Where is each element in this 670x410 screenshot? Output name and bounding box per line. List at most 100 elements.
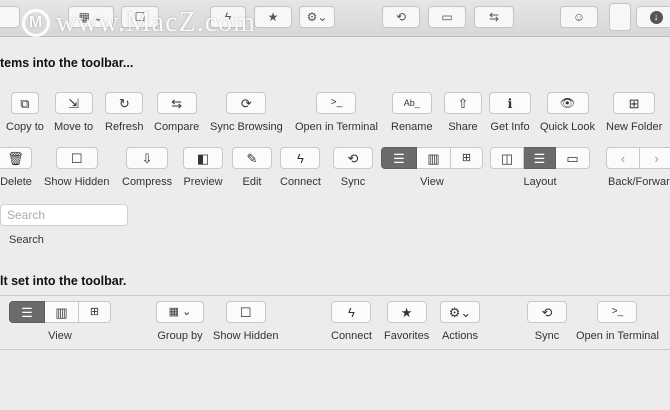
item-label: Favorites <box>384 330 430 342</box>
item-preview[interactable]: ◧ Preview <box>183 147 223 188</box>
eye-icon: 👁 <box>546 92 589 114</box>
star-icon: ★ <box>267 10 279 24</box>
item-compress[interactable]: ⇩ Compress <box>122 147 172 188</box>
item-label: Show Hidden <box>44 176 110 188</box>
item-label: Move to <box>54 121 94 133</box>
item-label: Refresh <box>105 121 144 133</box>
default-item-open-in-terminal[interactable]: >_ Open in Terminal <box>576 301 659 342</box>
item-connect[interactable]: ϟ Connect <box>280 147 321 188</box>
item-delete[interactable]: 🗑 Delete <box>0 147 32 188</box>
view-segmented-control: ☰ ▥ ⊞ <box>381 147 483 169</box>
item-label: Preview <box>183 176 223 188</box>
default-item-connect[interactable]: ϟ Connect <box>331 301 372 342</box>
document-icon: ☐ <box>225 301 266 323</box>
preview-icon: ◧ <box>183 147 223 169</box>
default-item-favorites[interactable]: ★ Favorites <box>384 301 429 342</box>
item-label: Get Info <box>490 121 530 133</box>
rename-icon: Ab_ <box>391 92 432 114</box>
item-view[interactable]: ☰ ▥ ⊞ View <box>381 147 483 188</box>
favorites-button[interactable]: ★ <box>254 6 292 28</box>
item-label: Connect <box>280 176 321 188</box>
item-label: Group by <box>157 330 203 342</box>
icon-view-icon[interactable]: ⊞ <box>79 301 111 323</box>
back-forward-control: ‹ › <box>606 147 670 169</box>
item-label: Rename <box>391 121 433 133</box>
item-new-folder[interactable]: ⊞ New Folder <box>606 92 662 133</box>
sync-button[interactable]: ⟲ <box>382 6 420 28</box>
terminal-button[interactable]: ▭ <box>428 6 466 28</box>
heading-drag-items: tems into the toolbar... <box>0 56 134 70</box>
default-item-sync[interactable]: ⟲ Sync <box>527 301 567 342</box>
emoji-button[interactable]: ☺ <box>560 6 598 28</box>
item-label: Sync <box>340 176 366 188</box>
item-share[interactable]: ⇧ Share <box>444 92 482 133</box>
default-view-control: ☰ ▥ ⊞ <box>9 301 111 323</box>
chevron-right-icon[interactable]: › <box>640 147 670 169</box>
default-item-group-by[interactable]: ▦ ⌄ Group by <box>156 301 204 342</box>
item-sync-browsing[interactable]: ⟳ Sync Browsing <box>210 92 283 133</box>
sync-icon: ⟲ <box>527 301 567 323</box>
lightning-icon: ϟ <box>280 147 321 169</box>
copy-to-icon: ⧉ <box>10 92 39 114</box>
chevron-left-icon[interactable]: ‹ <box>606 147 640 169</box>
watermark: M www.MacZ.com <box>22 7 256 39</box>
column-view-icon[interactable]: ▥ <box>417 147 451 169</box>
item-sync[interactable]: ⟲ Sync <box>333 147 373 188</box>
compare-icon: ⇆ <box>488 10 500 24</box>
item-back-forward[interactable]: ‹ › Back/Forward <box>606 147 670 188</box>
toolbar-button-partial[interactable] <box>0 6 20 28</box>
item-copy-to[interactable]: ⧉ Copy to <box>6 92 44 133</box>
column-view-icon[interactable]: ▥ <box>45 301 79 323</box>
dual-pane-icon[interactable]: ◫ <box>490 147 524 169</box>
download-button[interactable]: ↓ <box>636 6 670 28</box>
info-icon: ℹ <box>489 92 531 114</box>
compress-icon: ⇩ <box>126 147 169 169</box>
search-input[interactable] <box>0 204 128 226</box>
lightning-icon: ϟ <box>331 301 372 323</box>
compare-button[interactable]: ⇆ <box>474 6 514 28</box>
item-label: Quick Look <box>540 121 596 133</box>
layout-segmented-control: ◫ ☰ ▭ <box>490 147 590 169</box>
item-open-in-terminal[interactable]: >_ Open in Terminal <box>295 92 378 133</box>
item-label: Actions <box>441 330 479 342</box>
list-view-icon[interactable]: ☰ <box>9 301 45 323</box>
item-label: Back/Forward <box>608 176 670 188</box>
sync-browsing-icon: ⟳ <box>226 92 267 114</box>
watermark-text: www.MacZ.com <box>56 7 256 38</box>
item-label: Show Hidden <box>213 330 279 342</box>
item-label: New Folder <box>606 121 663 133</box>
item-move-to[interactable]: ⇲ Move to <box>54 92 93 133</box>
refresh-icon: ↻ <box>105 92 144 114</box>
item-label: Share <box>448 121 478 133</box>
star-icon: ★ <box>386 301 427 323</box>
icon-view-icon[interactable]: ⊞ <box>451 147 483 169</box>
item-show-hidden[interactable]: ☐ Show Hidden <box>44 147 109 188</box>
list-view-icon[interactable]: ☰ <box>381 147 417 169</box>
item-label: Compare <box>154 121 200 133</box>
trash-icon: 🗑 <box>0 147 32 169</box>
item-compare[interactable]: ⇆ Compare <box>154 92 199 133</box>
move-to-icon: ⇲ <box>54 92 93 114</box>
watermark-logo: M <box>22 9 50 37</box>
item-label: View <box>420 176 444 188</box>
item-label: Sync Browsing <box>210 121 283 133</box>
search-label: Search <box>9 234 44 246</box>
item-edit[interactable]: ✎ Edit <box>232 147 272 188</box>
item-label: Edit <box>242 176 262 188</box>
item-get-info[interactable]: ℹ Get Info <box>489 92 531 133</box>
default-item-actions[interactable]: ⚙⌄ Actions <box>440 301 480 342</box>
default-item-show-hidden[interactable]: ☐ Show Hidden <box>213 301 278 342</box>
item-label: Sync <box>534 330 560 342</box>
toolbar-spacer <box>609 3 631 31</box>
item-refresh[interactable]: ↻ Refresh <box>105 92 144 133</box>
terminal-icon: >_ <box>316 92 357 114</box>
item-label: Compress <box>122 176 173 188</box>
item-rename[interactable]: Ab_ Rename <box>391 92 433 133</box>
actions-button[interactable]: ⚙⌄ <box>299 6 335 28</box>
item-layout[interactable]: ◫ ☰ ▭ Layout <box>490 147 590 188</box>
sync-icon: ⟲ <box>395 10 407 24</box>
split-horizontal-icon[interactable]: ☰ <box>524 147 556 169</box>
single-pane-icon[interactable]: ▭ <box>556 147 590 169</box>
default-item-view[interactable]: ☰ ▥ ⊞ View <box>9 301 111 342</box>
item-quick-look[interactable]: 👁 Quick Look <box>540 92 595 133</box>
